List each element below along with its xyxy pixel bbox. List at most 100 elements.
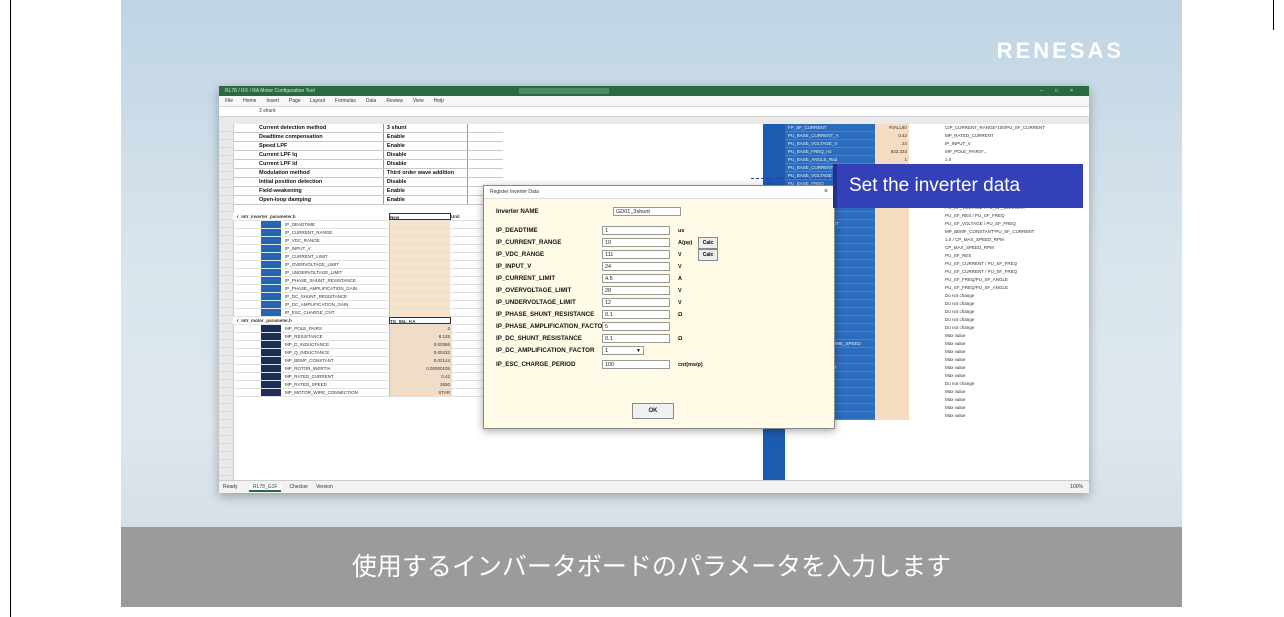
row-number[interactable] — [219, 140, 233, 148]
row-number[interactable] — [219, 284, 233, 292]
row-number[interactable] — [219, 268, 233, 276]
ribbon-tab[interactable]: View — [413, 98, 424, 104]
motor-macro-row[interactable]: MP_ROTOR_INERTIA 0.00000105 — [233, 365, 503, 373]
inverter-macro-row[interactable]: IP_PHASE_AMPLIFICATION_GAIN — [233, 285, 503, 293]
inverter-macro-row[interactable]: IP_CURRENT_RANGE — [233, 229, 503, 237]
macro-value[interactable] — [389, 309, 450, 316]
motor-macro-row[interactable]: MP_D_INDUCTANCE 0.00386 — [233, 341, 503, 349]
macro-value[interactable] — [389, 293, 450, 300]
pu-row[interactable]: FP_SF_CURRENT #VALUE! CIP_CURRENT_RANGE*10… — [785, 124, 1089, 132]
macro-value[interactable]: 0.02144 — [389, 357, 452, 364]
row-number[interactable] — [219, 380, 233, 388]
macro-value[interactable]: STAR — [389, 389, 452, 396]
inverter-macro-row[interactable]: IP_DC_AMPLIFICATION_GAIN — [233, 301, 503, 309]
config-row[interactable]: Speed LPF Enable — [233, 142, 503, 151]
macro-value[interactable]: 2650 — [389, 381, 452, 388]
config-row[interactable]: Deadtime compensation Enable — [233, 133, 503, 142]
config-row[interactable]: Current LPF Id Disable — [233, 160, 503, 169]
motor-macro-row[interactable]: MP_Q_INDUCTANCE 0.00432 — [233, 349, 503, 357]
ribbon-tab[interactable]: Review — [386, 98, 402, 104]
macro-value[interactable]: 2 — [389, 325, 452, 332]
row-number[interactable] — [219, 180, 233, 188]
field-input[interactable]: 1 — [602, 226, 670, 235]
motor-macro-row[interactable]: MP_POLE_PAIRS 2 — [233, 325, 503, 333]
zoom-level[interactable]: 100% — [1070, 481, 1083, 493]
motor-macro-row[interactable]: MP_RATED_SPEED 2650 — [233, 381, 503, 389]
config-row[interactable]: Modulation method Third order wave additi… — [233, 169, 503, 178]
window-controls[interactable]: –□× — [1040, 86, 1085, 96]
inverter-macro-row[interactable]: IP_VDC_RANGE — [233, 237, 503, 245]
row-number[interactable] — [219, 196, 233, 204]
inverter-set-value[interactable]: New — [389, 213, 451, 220]
row-number[interactable] — [219, 236, 233, 244]
inverter-macro-row[interactable]: IP_DEADTIME — [233, 221, 503, 229]
field-input[interactable]: 24 — [602, 262, 670, 271]
ribbon-tab[interactable]: Page Layout — [289, 98, 325, 104]
inverter-macro-row[interactable]: IP_ESC_CHARGE_CNT — [233, 309, 503, 317]
esc-charge-input[interactable]: 100 — [602, 360, 670, 369]
row-number[interactable] — [219, 324, 233, 332]
field-input[interactable]: 4.5 — [602, 274, 670, 283]
macro-value[interactable] — [389, 253, 450, 260]
row-number[interactable] — [219, 292, 233, 300]
row-number[interactable] — [219, 228, 233, 236]
ribbon-tab[interactable]: Help — [434, 98, 444, 104]
inverter-macro-row[interactable]: IP_UNDERVOLTAGE_LIMIT — [233, 269, 503, 277]
macro-value[interactable] — [389, 221, 450, 228]
row-number[interactable] — [219, 348, 233, 356]
dc-amp-factor-select[interactable]: 1 ▼ — [602, 346, 644, 355]
row-number[interactable] — [219, 404, 233, 412]
config-row[interactable]: Open-loop damping Enable — [233, 196, 503, 205]
row-number[interactable] — [219, 276, 233, 284]
field-input[interactable]: 12 — [602, 298, 670, 307]
macro-value[interactable]: 0.00386 — [389, 341, 452, 348]
row-number[interactable] — [219, 204, 233, 212]
config-row[interactable]: Current detection method 3 shunt — [233, 124, 503, 133]
macro-value[interactable] — [389, 237, 450, 244]
macro-value[interactable] — [389, 269, 450, 276]
config-row[interactable]: Field-weakening Enable — [233, 187, 503, 196]
row-number[interactable] — [219, 428, 233, 436]
row-number[interactable] — [219, 300, 233, 308]
row-number[interactable] — [219, 260, 233, 268]
row-number[interactable] — [219, 332, 233, 340]
row-number[interactable] — [219, 436, 233, 444]
row-number[interactable] — [219, 316, 233, 324]
motor-macro-row[interactable]: MP_RESISTANCE 8.125 — [233, 333, 503, 341]
row-number[interactable] — [219, 412, 233, 420]
motor-macro-row[interactable]: MP_RATED_CURRENT 0.42 — [233, 373, 503, 381]
search-box[interactable] — [519, 88, 609, 94]
close-icon[interactable]: × — [824, 186, 828, 198]
inverter-macro-row[interactable]: IP_OVERVOLTAGE_LIMIT — [233, 261, 503, 269]
row-number[interactable] — [219, 188, 233, 196]
row-number[interactable] — [219, 156, 233, 164]
field-input[interactable]: 0.1 — [602, 334, 670, 343]
row-number[interactable] — [219, 220, 233, 228]
sheet-tabs[interactable]: RL78_G1F Checker Version — [249, 481, 341, 493]
inverter-name-input[interactable]: GD01_3shunt — [613, 207, 681, 216]
macro-value[interactable] — [389, 245, 450, 252]
row-number[interactable] — [219, 452, 233, 460]
macro-value[interactable] — [389, 261, 450, 268]
row-number[interactable] — [219, 444, 233, 452]
row-number[interactable] — [219, 132, 233, 140]
row-number[interactable] — [219, 372, 233, 380]
pu-row[interactable]: PU_BASE_VOLTAGE_V 24 IP_INPUT_V — [785, 140, 1089, 148]
ribbon-tab[interactable]: Formulas — [335, 98, 356, 104]
sheet-tab[interactable]: Checker — [289, 484, 308, 490]
row-number[interactable] — [219, 340, 233, 348]
row-number[interactable] — [219, 388, 233, 396]
field-input[interactable]: 0.1 — [602, 310, 670, 319]
macro-value[interactable] — [389, 301, 450, 308]
config-row[interactable]: Initial position detection Disable — [233, 178, 503, 187]
macro-value[interactable] — [389, 277, 450, 284]
row-number[interactable] — [219, 124, 233, 132]
ribbon-tab[interactable]: Data — [366, 98, 377, 104]
ribbon-tab[interactable]: File — [225, 98, 233, 104]
pu-row[interactable]: PU_BASE_CURRENT_A 0.42 MP_RATED_CURRENT — [785, 132, 1089, 140]
row-number[interactable] — [219, 468, 233, 476]
row-number[interactable] — [219, 164, 233, 172]
calc-button[interactable]: Calc — [698, 249, 718, 261]
row-number[interactable] — [219, 244, 233, 252]
field-input[interactable]: 5 — [602, 322, 670, 331]
